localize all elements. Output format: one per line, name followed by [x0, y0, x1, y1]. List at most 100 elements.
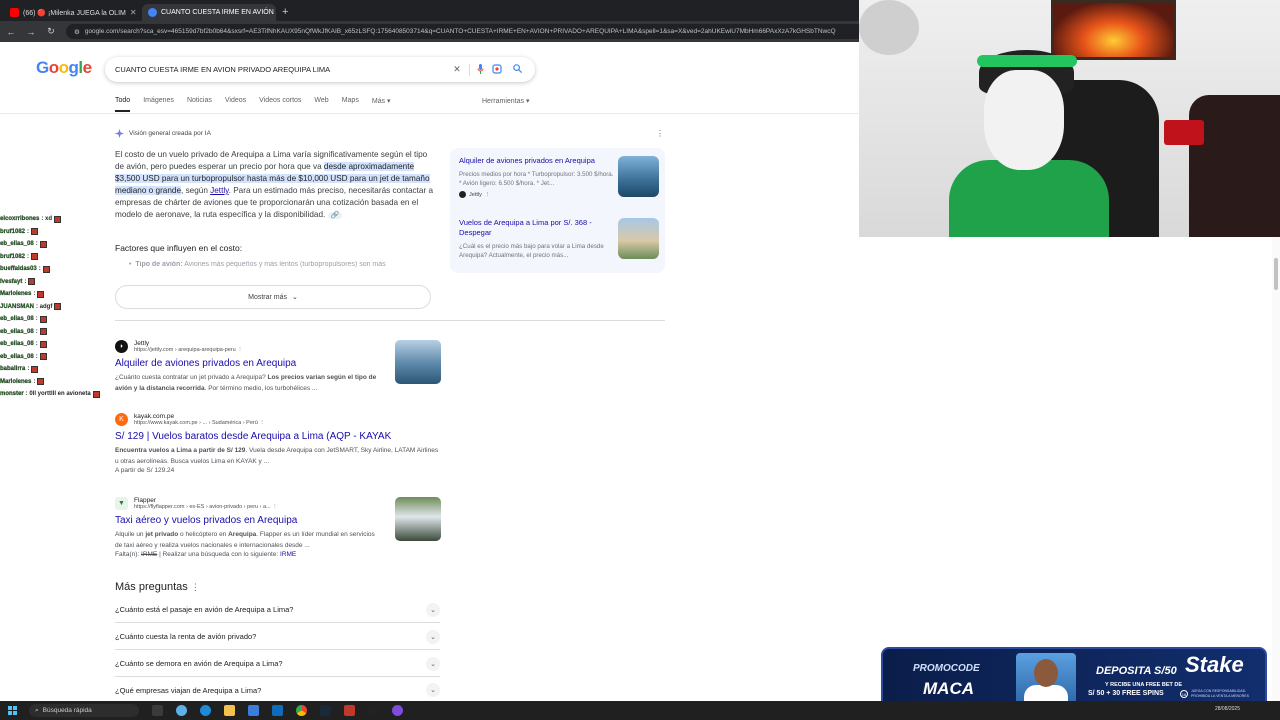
paa-question[interactable]: ¿Cuánto cuesta la renta de avión privado… — [115, 624, 440, 650]
tools-button[interactable]: Herramientas ▾ — [482, 97, 529, 105]
scrollbar-thumb[interactable] — [1274, 258, 1278, 290]
chat-text: : 0ll yorttlll en avioneta — [25, 391, 91, 398]
chat-username: eb_elias_08 — [0, 328, 34, 335]
show-more-button[interactable]: Mostrar más ⌄ — [115, 285, 431, 309]
chat-text: : — [24, 278, 27, 285]
ai-card-title: Vuelos de Arequipa a Lima por S/. 368 - … — [459, 218, 592, 237]
back-icon[interactable]: ← — [6, 27, 16, 37]
more-options-icon[interactable]: ⋮ — [656, 129, 664, 138]
chat-message: elcoxrribones: xd — [0, 213, 110, 226]
chevron-down-icon: ⌄ — [292, 294, 298, 301]
tab-videos-cortos[interactable]: Videos cortos — [259, 97, 301, 112]
chat-text: : — [27, 366, 30, 373]
search-with-link[interactable]: IRME — [280, 551, 296, 558]
chat-emote-icon — [39, 240, 47, 248]
scrollbar[interactable] — [1272, 237, 1280, 702]
microphone-windscreen — [859, 0, 919, 55]
tab-noticias[interactable]: Noticias — [187, 97, 212, 112]
more-options-icon[interactable]: ⋮ — [485, 192, 491, 198]
search-input[interactable]: CUANTO CUESTA IRME EN AVION PRIVADO AREQ… — [115, 65, 445, 74]
more-options-icon[interactable]: ⋮ — [272, 504, 278, 510]
copilot-icon[interactable] — [176, 705, 187, 716]
google-logo[interactable]: Google — [36, 58, 92, 78]
tab-web[interactable]: Web — [314, 97, 328, 112]
tools-label: Herramientas — [482, 98, 525, 105]
tab-videos[interactable]: Videos — [225, 97, 246, 112]
search-icon[interactable] — [509, 64, 525, 75]
more-options-icon[interactable]: ⋮ — [259, 420, 265, 426]
paa-question[interactable]: ¿Qué empresas viajan de Arequipa a Lima?… — [115, 677, 440, 703]
search-result: ▼ Flapper https://flyflapper.com › es-ES … — [115, 497, 445, 558]
chat-username: eb_elias_08 — [0, 316, 34, 323]
tab-search[interactable]: CUANTO CUESTA IRME EN AVIÓN ✕ — [142, 4, 276, 21]
search-result: ◗ Jettly https://jettly.com › arequipa-ar… — [115, 340, 445, 394]
tab-label: (66) 🔴 ¡Milenka JUEGA la OLIM — [23, 9, 126, 17]
url-text: google.com/search?sca_esv=465159d7bf2b0b… — [84, 28, 836, 35]
age-badge: 18 — [1180, 690, 1188, 698]
promo-label: PROMOCODE — [913, 663, 980, 674]
ai-card-desc: Precios medios por hora * Turbopropulsor… — [459, 171, 614, 187]
chat-username: Marlolenes — [0, 291, 32, 298]
app-icon[interactable] — [392, 705, 403, 716]
edge-icon[interactable] — [200, 705, 211, 716]
chat-username: bruf1082 — [0, 253, 26, 260]
tab-maps[interactable]: Maps — [342, 97, 359, 112]
chat-emote-icon — [28, 278, 36, 286]
ai-source-card[interactable]: Alquiler de aviones privados en Arequipa… — [459, 156, 659, 198]
app-icon[interactable] — [344, 705, 355, 716]
chrome-icon[interactable] — [296, 705, 307, 716]
chat-text: : — [27, 228, 30, 235]
taskbar-search[interactable]: ⌕ Búsqueda rápida — [29, 704, 139, 717]
taskbar-date: 28/08/2025 — [1214, 706, 1240, 712]
chat-text: : adgf — [36, 303, 53, 310]
chevron-down-icon: ⌄ — [426, 683, 440, 697]
chevron-down-icon: ⌄ — [426, 629, 440, 644]
webcam-overlay — [859, 0, 1280, 237]
lens-icon[interactable] — [489, 63, 505, 76]
more-options-icon[interactable]: ⋮ — [237, 347, 243, 353]
ai-sources-panel: Alquiler de aviones privados en Arequipa… — [450, 148, 665, 273]
site-info-icon[interactable]: ⚙ — [74, 28, 80, 36]
result-thumbnail[interactable] — [395, 497, 441, 541]
result-price: A partir de S/ 129.24 — [115, 467, 175, 474]
streamer-headband — [977, 55, 1077, 67]
jettly-icon — [459, 191, 466, 198]
chat-emote-icon — [37, 290, 45, 298]
result-thumbnail[interactable] — [395, 340, 441, 384]
obs-icon[interactable] — [368, 705, 379, 716]
clear-icon[interactable]: ✕ — [449, 64, 465, 75]
chat-text: : — [35, 353, 38, 360]
chat-message: monster: 0ll yorttlll en avioneta — [0, 388, 110, 401]
task-view-icon[interactable] — [152, 705, 163, 716]
link-chip-icon[interactable]: 🔗 — [327, 212, 343, 219]
file-explorer-icon[interactable] — [224, 705, 235, 716]
more-options-icon[interactable]: ⋮ — [191, 582, 200, 592]
chat-message: eb_elias_08: — [0, 238, 110, 251]
factors-heading: Factores que influyen en el costo: — [115, 243, 243, 253]
tab-imagenes[interactable]: Imágenes — [143, 97, 174, 112]
tab-stream[interactable]: (66) 🔴 ¡Milenka JUEGA la OLIM ✕ — [4, 4, 138, 21]
outlook-icon[interactable] — [272, 705, 283, 716]
steam-icon[interactable] — [320, 705, 331, 716]
chat-message: Marlolenes: — [0, 376, 110, 389]
tab-todo[interactable]: Todo — [115, 97, 131, 112]
chat-message: JUANSMAN: adgf — [0, 301, 110, 314]
ai-source-card[interactable]: Vuelos de Arequipa a Lima por S/. 368 - … — [459, 218, 659, 260]
tab-label: CUANTO CUESTA IRME EN AVIÓN — [161, 9, 274, 16]
chat-emote-icon — [39, 340, 47, 348]
result-title-link[interactable]: S/ 129 | Vuelos baratos desde Arequipa a… — [115, 431, 445, 442]
tab-mas[interactable]: Más ▾ — [372, 97, 391, 112]
ai-source-link[interactable]: Jettly — [210, 186, 229, 195]
chevron-down-icon: ⌄ — [426, 602, 440, 617]
paa-question[interactable]: ¿Cuánto está el pasaje en avión de Arequ… — [115, 597, 440, 623]
ai-overview-text: El costo de un vuelo privado de Arequipa… — [115, 150, 434, 219]
new-tab-icon[interactable]: + — [282, 4, 288, 21]
forward-icon[interactable]: → — [26, 27, 36, 37]
close-tab-icon[interactable]: ✕ — [130, 8, 137, 17]
search-box[interactable]: CUANTO CUESTA IRME EN AVION PRIVADO AREQ… — [105, 57, 535, 82]
microphone-icon[interactable] — [469, 63, 485, 76]
windows-start-icon[interactable] — [8, 706, 17, 715]
reload-icon[interactable]: ↻ — [46, 26, 56, 37]
store-icon[interactable] — [248, 705, 259, 716]
paa-question[interactable]: ¿Cuánto se demora en avión de Arequipa a… — [115, 651, 440, 677]
